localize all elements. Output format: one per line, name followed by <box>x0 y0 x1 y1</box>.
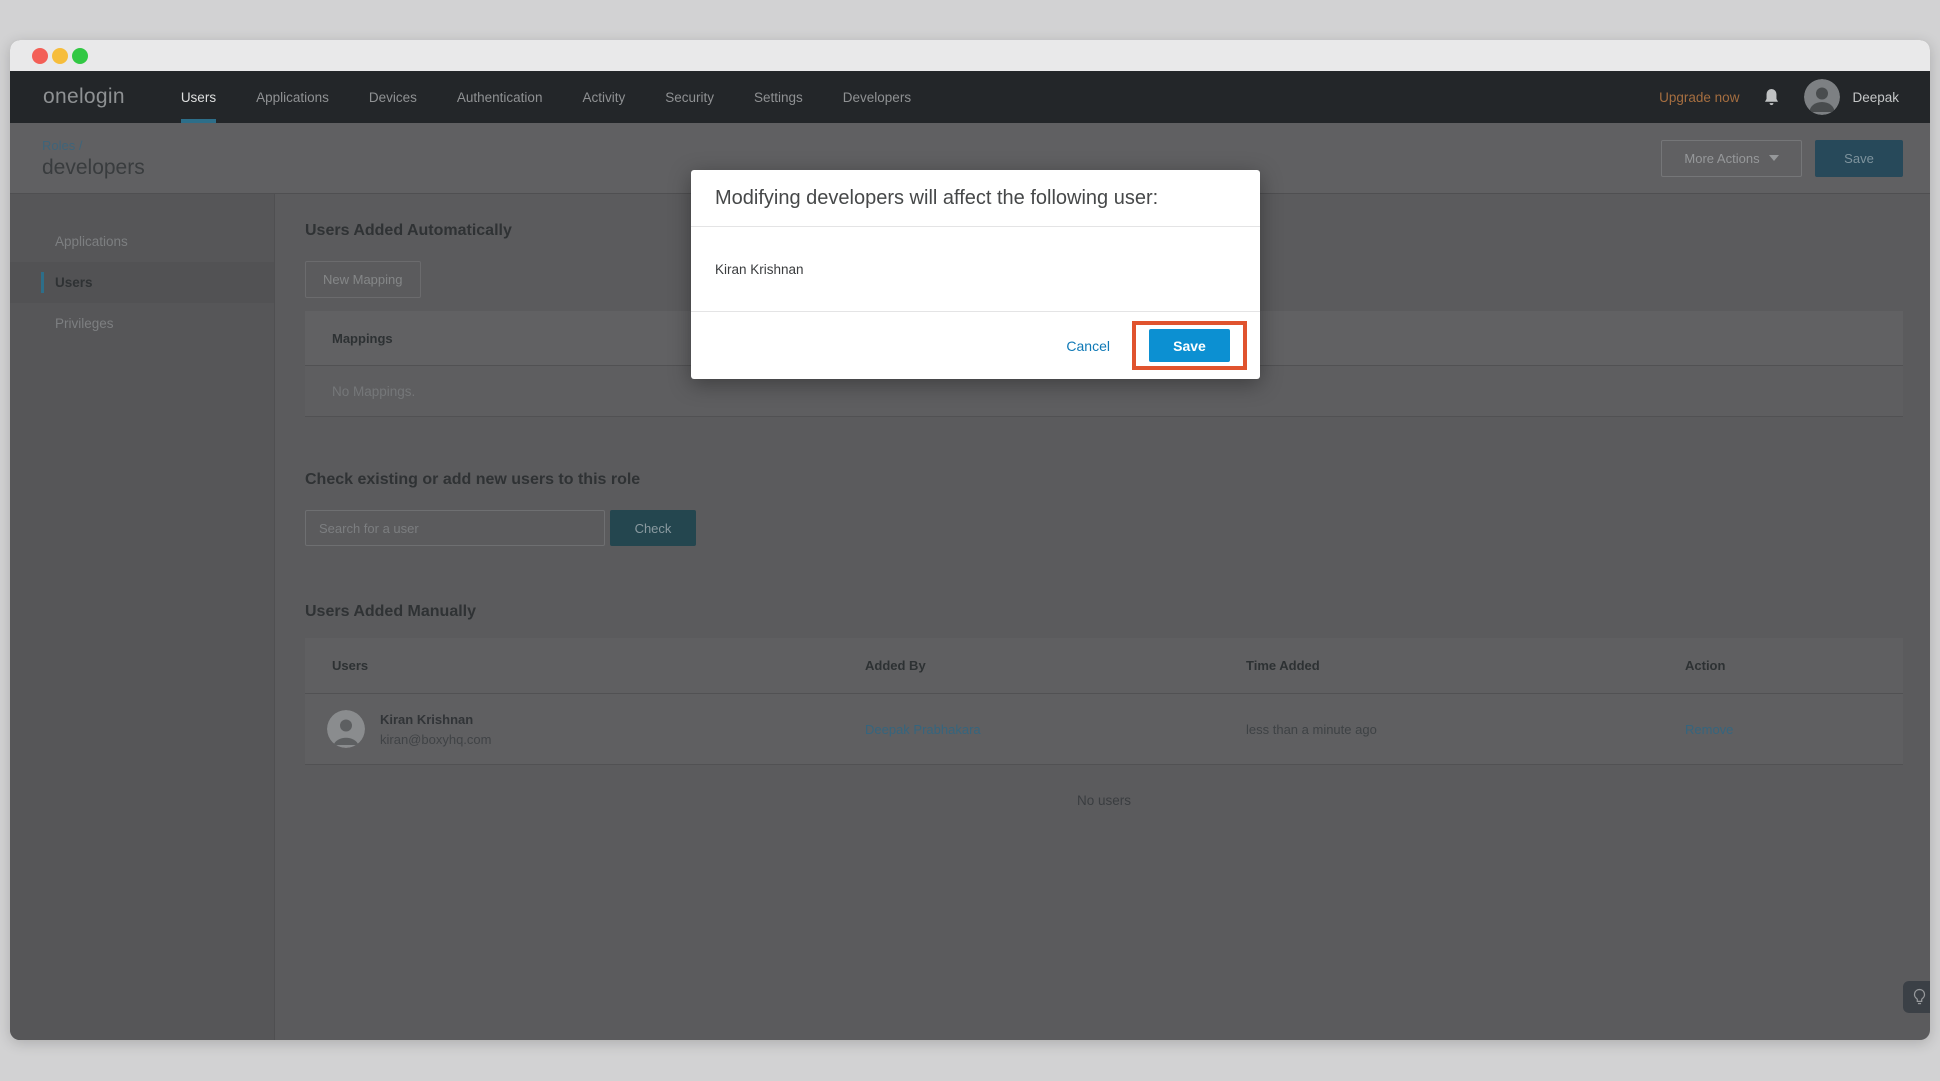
users-added-manually-title: Users Added Manually <box>305 603 1903 621</box>
nav-item-applications[interactable]: Applications <box>256 71 329 123</box>
nav-item-developers[interactable]: Developers <box>843 71 911 123</box>
page-title: developers <box>42 156 145 180</box>
minimize-window-button[interactable] <box>52 48 68 64</box>
close-window-button[interactable] <box>32 48 48 64</box>
modal-footer: Cancel Save <box>691 312 1260 379</box>
user-identity: Kiran Krishnan kiran@boxyhq.com <box>380 712 491 747</box>
nav-item-users[interactable]: Users <box>181 71 216 123</box>
nav-item-activity[interactable]: Activity <box>582 71 625 123</box>
nav-item-security[interactable]: Security <box>665 71 714 123</box>
bell-icon[interactable] <box>1763 88 1780 107</box>
table-row: Kiran Krishnan kiran@boxyhq.com Deepak P… <box>305 694 1903 764</box>
annotation-highlight-box: Save <box>1132 321 1247 370</box>
sidebar-item-privileges[interactable]: Privileges <box>10 303 274 344</box>
manual-users-header-row: Users Added By Time Added Action <box>305 638 1903 694</box>
caret-down-icon <box>1769 155 1779 161</box>
more-actions-button[interactable]: More Actions <box>1661 140 1802 177</box>
zoom-window-button[interactable] <box>72 48 88 64</box>
new-mapping-button[interactable]: New Mapping <box>305 261 421 298</box>
role-sidebar: Applications Users Privileges <box>10 194 275 1040</box>
remove-link[interactable]: Remove <box>1685 722 1903 737</box>
modal-save-button[interactable]: Save <box>1149 329 1230 362</box>
account-avatar-icon[interactable] <box>1804 79 1840 115</box>
sidebar-item-label: Applications <box>55 234 128 249</box>
lightbulb-icon <box>1912 988 1927 1006</box>
role-save-button[interactable]: Save <box>1815 140 1903 177</box>
check-button[interactable]: Check <box>610 510 696 546</box>
more-actions-label: More Actions <box>1684 151 1759 166</box>
sidebar-item-label: Users <box>55 275 93 290</box>
column-header-time-added: Time Added <box>1246 658 1685 673</box>
sidebar-item-users[interactable]: Users <box>10 262 274 303</box>
manual-users-table: Users Added By Time Added Action <box>305 638 1903 765</box>
account-user-name[interactable]: Deepak <box>1852 90 1899 105</box>
sidebar-item-applications[interactable]: Applications <box>10 221 274 262</box>
added-by-link[interactable]: Deepak Prabhakara <box>865 722 1246 737</box>
browser-window: onelogin Users Applications Devices Auth… <box>10 40 1930 1040</box>
user-search-row: Check <box>305 510 1903 546</box>
search-user-input[interactable] <box>305 510 605 546</box>
breadcrumb-roles-link[interactable]: Roles / <box>42 138 82 153</box>
nav-item-settings[interactable]: Settings <box>754 71 803 123</box>
modal-title: Modifying developers will affect the fol… <box>691 170 1260 227</box>
breadcrumb: Roles / developers <box>42 137 145 180</box>
no-users-text: No users <box>305 793 1903 808</box>
onelogin-logo[interactable]: onelogin <box>43 71 125 123</box>
active-indicator <box>41 272 44 293</box>
modal-cancel-button[interactable]: Cancel <box>1066 338 1110 354</box>
sidebar-item-label: Privileges <box>55 316 114 331</box>
window-titlebar <box>10 40 1930 71</box>
upgrade-now-link[interactable]: Upgrade now <box>1659 90 1739 105</box>
nav-item-authentication[interactable]: Authentication <box>457 71 543 123</box>
user-avatar-icon <box>327 710 365 748</box>
user-cell: Kiran Krishnan kiran@boxyhq.com <box>305 710 865 748</box>
time-added-text: less than a minute ago <box>1246 722 1685 737</box>
column-header-action: Action <box>1685 658 1903 673</box>
header-actions: More Actions Save <box>1661 140 1903 177</box>
confirm-modal: Modifying developers will affect the fol… <box>691 170 1260 379</box>
column-header-added-by: Added By <box>865 658 1246 673</box>
modal-affected-user: Kiran Krishnan <box>691 227 1260 312</box>
user-email: kiran@boxyhq.com <box>380 732 491 747</box>
user-name: Kiran Krishnan <box>380 712 491 727</box>
column-header-users: Users <box>305 658 865 673</box>
check-users-title: Check existing or add new users to this … <box>305 471 1903 489</box>
top-navbar: onelogin Users Applications Devices Auth… <box>10 71 1930 123</box>
navbar-right: Upgrade now Deepak <box>1659 71 1899 123</box>
primary-nav: Users Applications Devices Authenticatio… <box>181 71 911 123</box>
nav-item-devices[interactable]: Devices <box>369 71 417 123</box>
hint-lightbulb-button[interactable] <box>1903 981 1930 1013</box>
